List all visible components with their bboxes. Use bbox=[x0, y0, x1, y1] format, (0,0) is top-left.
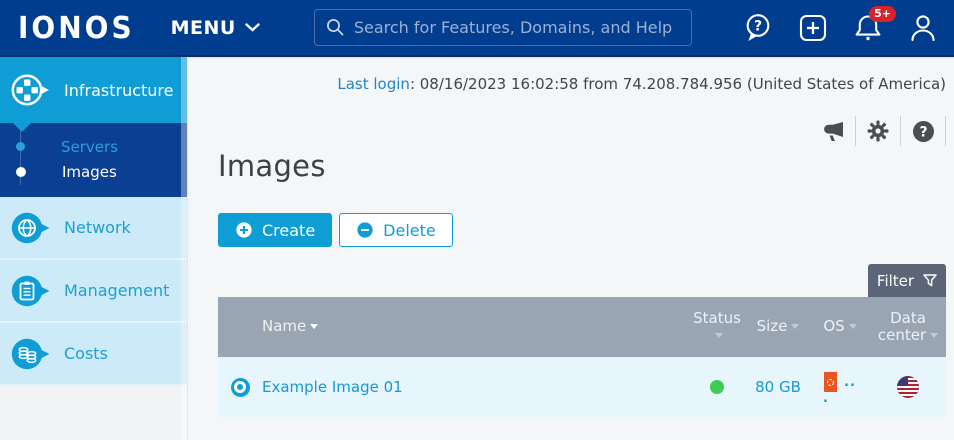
announcements-megaphone-icon[interactable] bbox=[811, 116, 856, 146]
filter-funnel-icon bbox=[923, 274, 937, 287]
create-new-icon[interactable] bbox=[798, 12, 828, 44]
plus-circle-icon bbox=[235, 221, 253, 239]
sidebar-item-label: Costs bbox=[64, 344, 108, 363]
column-header-os[interactable]: OS bbox=[810, 318, 870, 335]
infrastructure-icon bbox=[10, 72, 52, 108]
os-truncated-text: .. bbox=[844, 375, 856, 390]
search-bar[interactable] bbox=[314, 9, 692, 46]
sort-desc-icon bbox=[310, 324, 318, 329]
chevron-down-icon bbox=[245, 23, 260, 32]
help-circle-icon[interactable]: ? bbox=[901, 116, 946, 146]
images-table: Filter Name Status Size bbox=[218, 264, 946, 417]
sidebar-item-images[interactable]: Images bbox=[0, 159, 187, 184]
page-title: Images bbox=[218, 149, 946, 183]
last-login-link[interactable]: Last login bbox=[337, 75, 410, 93]
notifications-bell-icon[interactable]: 5+ bbox=[853, 12, 883, 44]
sidebar-item-infrastructure[interactable]: Infrastructure bbox=[0, 57, 187, 123]
filter-label: Filter bbox=[877, 272, 914, 290]
sidebar-item-costs[interactable]: Costs bbox=[0, 323, 187, 386]
network-icon bbox=[10, 210, 52, 246]
image-name-link[interactable]: Example Image 01 bbox=[262, 378, 688, 396]
column-header-size[interactable]: Size bbox=[746, 318, 810, 335]
help-bubble-icon[interactable]: ? bbox=[743, 12, 773, 44]
sidebar-submenu: Servers Images bbox=[0, 123, 187, 197]
create-button[interactable]: Create bbox=[218, 213, 332, 247]
last-login: Last login: 08/16/2023 16:02:58 from 74.… bbox=[218, 75, 946, 93]
sort-icon bbox=[930, 333, 938, 338]
sort-icon bbox=[791, 324, 799, 329]
account-user-icon[interactable] bbox=[908, 12, 938, 44]
column-header-status[interactable]: Status bbox=[688, 310, 746, 345]
main-content: Last login: 08/16/2023 16:02:58 from 74.… bbox=[188, 57, 954, 440]
active-section-pointer bbox=[13, 123, 31, 132]
bullet-icon bbox=[16, 167, 26, 177]
sidebar-item-servers[interactable]: Servers bbox=[0, 134, 187, 159]
delete-button[interactable]: Delete bbox=[339, 213, 453, 247]
table-row[interactable]: Example Image 01 80 GB .. . bbox=[218, 357, 946, 417]
quick-actions: ? bbox=[218, 116, 946, 146]
search-input[interactable] bbox=[354, 18, 680, 37]
toolbar: Create Delete bbox=[218, 213, 946, 247]
sidebar-item-label: Infrastructure bbox=[64, 81, 173, 100]
sidebar-item-network[interactable]: Network bbox=[0, 197, 187, 260]
column-header-data-center[interactable]: Data center bbox=[870, 310, 946, 345]
sidebar: Infrastructure Servers Images bbox=[0, 57, 188, 440]
svg-text:?: ? bbox=[754, 19, 762, 35]
submenu-label: Servers bbox=[61, 138, 118, 156]
sidebar-item-management[interactable]: Management bbox=[0, 260, 187, 323]
topbar-icons: ? 5+ bbox=[743, 12, 938, 44]
menu-button[interactable]: MENU bbox=[171, 17, 260, 39]
menu-label: MENU bbox=[171, 17, 236, 39]
create-label: Create bbox=[262, 221, 315, 240]
ubuntu-os-icon bbox=[824, 372, 837, 392]
svg-text:?: ? bbox=[919, 124, 927, 140]
management-icon bbox=[10, 273, 52, 309]
submenu-label: Images bbox=[62, 163, 117, 181]
settings-gear-icon[interactable] bbox=[856, 116, 901, 146]
sort-icon bbox=[715, 333, 723, 338]
costs-icon bbox=[10, 336, 52, 372]
image-size-link[interactable]: 80 GB bbox=[746, 378, 810, 396]
column-header-name[interactable]: Name bbox=[262, 318, 688, 335]
last-login-details: : 08/16/2023 16:02:58 from 74.208.784.95… bbox=[410, 75, 946, 93]
topbar: IONOS MENU ? bbox=[0, 0, 954, 57]
row-radio-selected[interactable] bbox=[231, 378, 250, 397]
ionos-logo[interactable]: IONOS bbox=[18, 10, 135, 46]
minus-circle-icon bbox=[356, 221, 374, 239]
search-icon bbox=[326, 18, 345, 37]
bullet-icon bbox=[16, 142, 25, 151]
os-cell: .. . bbox=[810, 357, 870, 417]
filter-button[interactable]: Filter bbox=[868, 264, 946, 297]
table-header: Name Status Size OS Data center bbox=[218, 297, 946, 357]
status-online-dot bbox=[710, 380, 724, 394]
os-truncated-text-2: . bbox=[823, 396, 828, 402]
sidebar-item-label: Management bbox=[64, 281, 169, 300]
notification-badge: 5+ bbox=[869, 6, 896, 22]
us-flag-icon bbox=[897, 376, 919, 398]
delete-label: Delete bbox=[383, 221, 436, 240]
sidebar-item-label: Network bbox=[64, 218, 131, 237]
sort-icon bbox=[849, 324, 857, 329]
